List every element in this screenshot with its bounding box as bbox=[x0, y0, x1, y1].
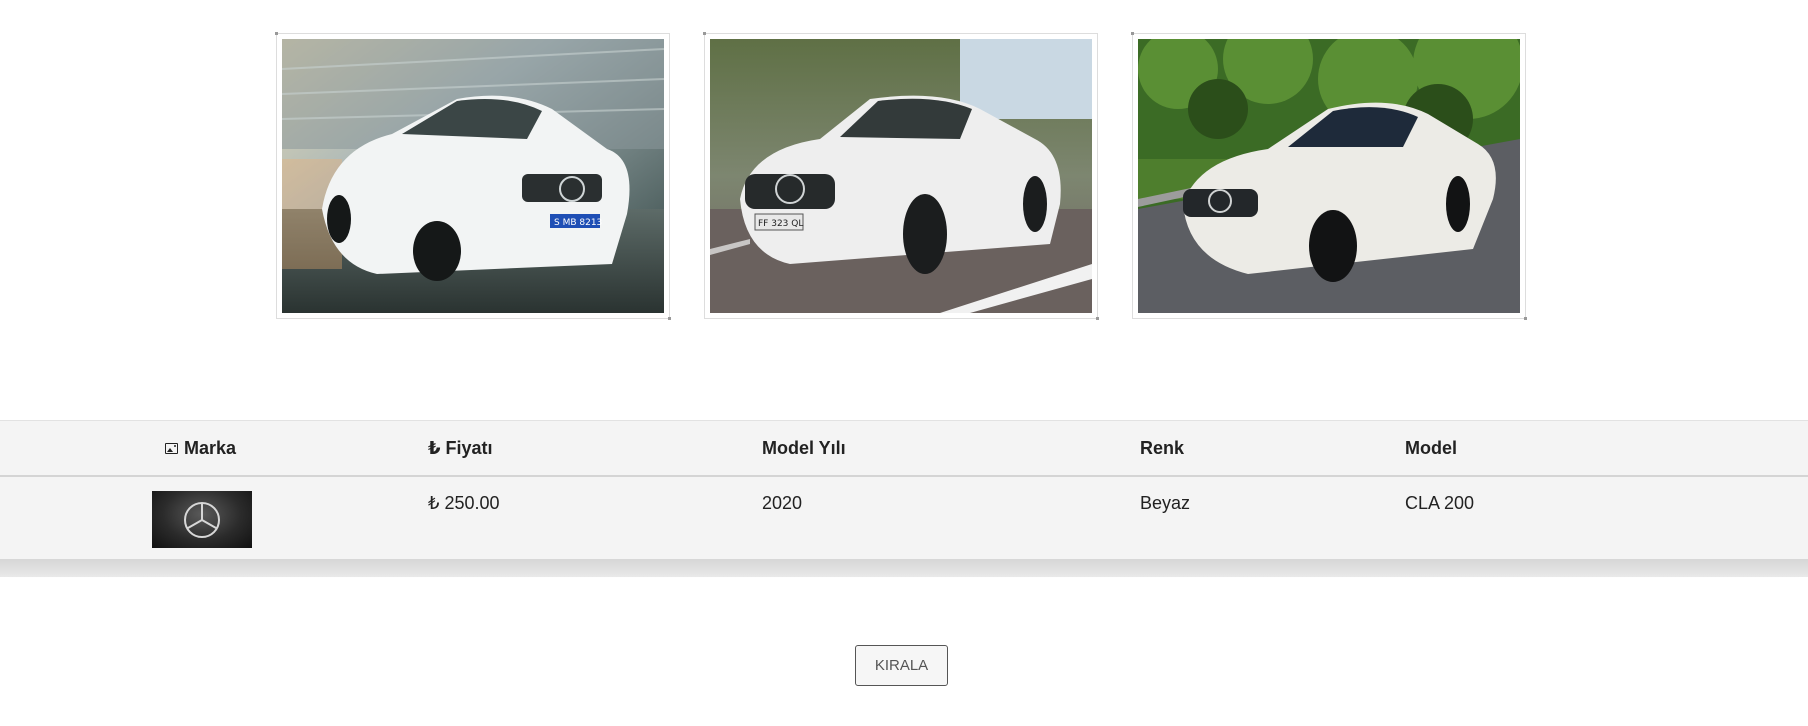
car-photo-1[interactable]: S MB 8213 bbox=[275, 32, 671, 320]
car-table: Marka ₺ Fiyatı Model Yılı Renk Model ₺ 2… bbox=[0, 421, 1808, 559]
cell-color: Beyaz bbox=[1140, 493, 1191, 513]
car-photo-2[interactable]: FF 323 QL bbox=[703, 32, 1099, 320]
column-header-brand-label: Marka bbox=[184, 437, 237, 458]
car-photo-1-plate: S MB 8213 bbox=[554, 218, 602, 228]
column-header-color: Renk bbox=[1140, 421, 1405, 477]
mercedes-benz-logo-icon bbox=[152, 491, 252, 548]
cell-model: CLA 200 bbox=[1405, 493, 1475, 513]
cell-brand bbox=[0, 476, 428, 559]
table-header: Marka ₺ Fiyatı Model Yılı Renk Model bbox=[0, 421, 1808, 477]
cell-price: ₺ 250.00 bbox=[428, 493, 500, 513]
car-photo-1-image: S MB 8213 bbox=[282, 39, 664, 313]
car-image-gallery: S MB 8213 FF 323 QL bbox=[275, 32, 1527, 320]
car-photo-2-image: FF 323 QL bbox=[710, 39, 1092, 313]
table-row: ₺ 250.00 2020 Beyaz CLA 200 bbox=[0, 476, 1808, 559]
car-detail-page: S MB 8213 FF 323 QL Marka ₺ Fiyatı Model… bbox=[0, 0, 1808, 726]
car-photo-2-plate: FF 323 QL bbox=[758, 219, 803, 229]
table-header-row: Marka ₺ Fiyatı Model Yılı Renk Model bbox=[0, 421, 1808, 477]
car-details-table: Marka ₺ Fiyatı Model Yılı Renk Model ₺ 2… bbox=[0, 420, 1808, 577]
car-photo-3[interactable] bbox=[1131, 32, 1527, 320]
column-header-year: Model Yılı bbox=[762, 421, 1140, 477]
table-body: ₺ 250.00 2020 Beyaz CLA 200 bbox=[0, 476, 1808, 559]
car-photo-3-image bbox=[1138, 39, 1520, 313]
cell-year: 2020 bbox=[762, 493, 803, 513]
rent-button[interactable]: KIRALA bbox=[855, 645, 948, 686]
column-header-brand: Marka bbox=[0, 421, 428, 477]
column-header-price: ₺ Fiyatı bbox=[428, 421, 762, 477]
column-header-model: Model bbox=[1405, 421, 1808, 477]
image-icon bbox=[165, 442, 178, 454]
